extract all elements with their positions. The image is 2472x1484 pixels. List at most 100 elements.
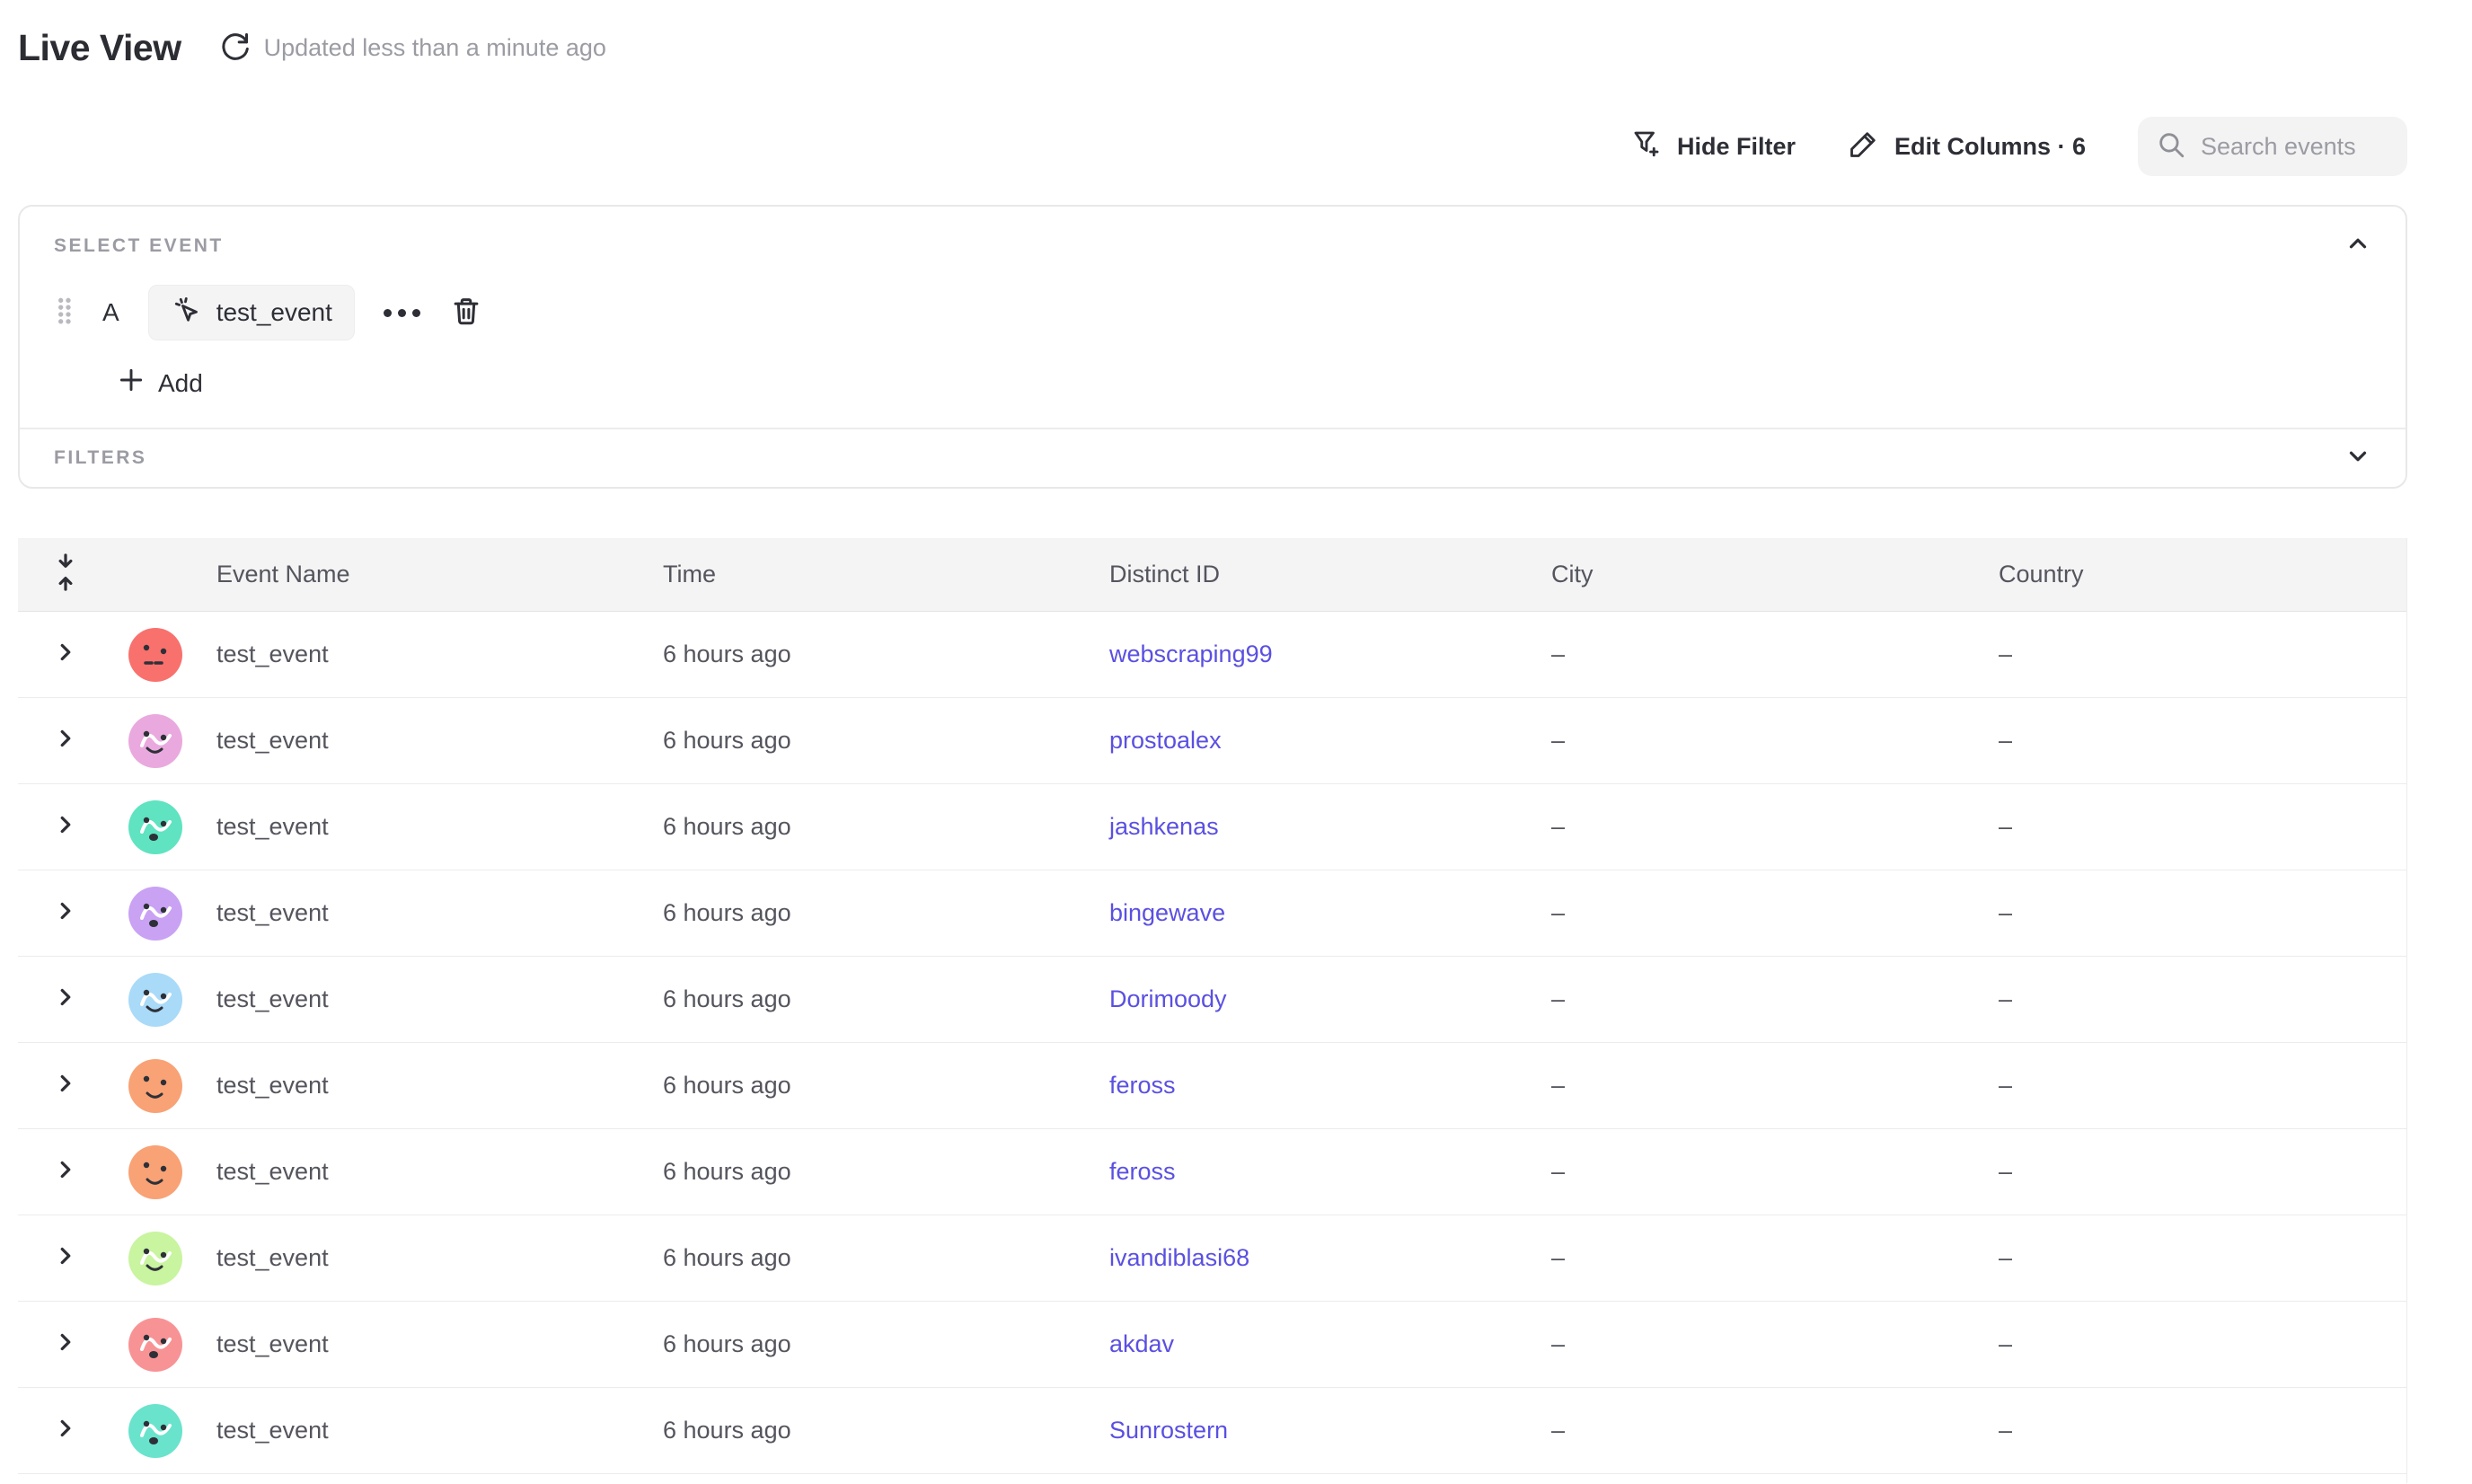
distinct-id-link[interactable]: feross — [1109, 1158, 1176, 1185]
page-title: Live View — [18, 27, 181, 69]
select-event-section: SELECT EVENT — [20, 207, 2406, 401]
table-row: test_event 6 hours ago ivandiblasi68 – – — [18, 1215, 2406, 1302]
event-row-A: A test_event — [54, 285, 2371, 340]
distinct-id-link[interactable]: Dorimoody — [1109, 985, 1227, 1012]
chevron-right-icon — [52, 984, 79, 1015]
city-cell: – — [1551, 1417, 1999, 1444]
hide-filter-button[interactable]: Hide Filter — [1630, 128, 1796, 166]
city-cell: – — [1551, 813, 1999, 841]
distinct-id-link[interactable]: Sunrostern — [1109, 1417, 1228, 1444]
edit-columns-button[interactable]: Edit Columns · 6 — [1848, 128, 2086, 166]
trash-icon — [449, 294, 483, 332]
collapse-vertical-icon — [52, 552, 79, 596]
event-name-cell: test_event — [198, 1417, 663, 1444]
time-cell: 6 hours ago — [663, 899, 1109, 927]
time-cell: 6 hours ago — [663, 813, 1109, 841]
distinct-id-link[interactable]: bingewave — [1109, 899, 1225, 926]
distinct-id-link[interactable]: prostoalex — [1109, 727, 1222, 754]
refresh-button[interactable] — [216, 28, 255, 67]
distinct-id-link[interactable]: akdav — [1109, 1330, 1174, 1357]
col-header-city[interactable]: City — [1551, 561, 1999, 588]
title-row: Live View Updated less than a minute ago — [18, 20, 2407, 75]
expand-row-button[interactable] — [52, 725, 79, 756]
table-row: test_event 6 hours ago prostoalex – – — [18, 698, 2406, 784]
search-input[interactable] — [2201, 133, 2389, 161]
live-view-page: Live View Updated less than a minute ago… — [0, 0, 2472, 1483]
user-avatar[interactable] — [128, 1232, 182, 1285]
time-cell: 6 hours ago — [663, 1072, 1109, 1100]
expand-row-button[interactable] — [52, 897, 79, 929]
event-name-cell: test_event — [198, 640, 663, 668]
col-header-distinct-id[interactable]: Distinct ID — [1109, 561, 1551, 588]
expand-row-button[interactable] — [52, 1415, 79, 1446]
table-header: Event Name Time Distinct ID City Country — [18, 538, 2406, 612]
ellipsis-icon — [384, 309, 392, 317]
drag-handle[interactable] — [54, 293, 74, 333]
partial-row — [18, 1474, 2406, 1483]
expand-row-button[interactable] — [52, 984, 79, 1015]
chevron-right-icon — [52, 725, 79, 756]
events-table: Event Name Time Distinct ID City Country… — [18, 538, 2407, 1483]
collapse-rows-button[interactable] — [52, 552, 79, 596]
expand-row-button[interactable] — [52, 811, 79, 843]
time-cell: 6 hours ago — [663, 1417, 1109, 1444]
user-avatar[interactable] — [128, 800, 182, 854]
select-event-label: SELECT EVENT — [54, 235, 224, 257]
cursor-click-icon — [171, 294, 203, 332]
collapse-section-button[interactable] — [2344, 230, 2371, 261]
city-cell: – — [1551, 1158, 1999, 1186]
chevron-right-icon — [52, 1242, 79, 1274]
expand-filters-button[interactable] — [2344, 443, 2371, 474]
user-avatar[interactable] — [128, 1404, 182, 1458]
user-avatar[interactable] — [128, 973, 182, 1027]
event-name-cell: test_event — [198, 727, 663, 755]
event-more-button[interactable] — [378, 309, 426, 317]
chevron-right-icon — [52, 811, 79, 843]
event-chip-label: test_event — [216, 298, 332, 327]
drag-dots-icon — [54, 293, 74, 333]
search-box[interactable] — [2138, 117, 2407, 176]
table-row: test_event 6 hours ago webscraping99 – – — [18, 612, 2406, 698]
city-cell: – — [1551, 1330, 1999, 1358]
event-chip[interactable]: test_event — [148, 285, 355, 340]
user-avatar[interactable] — [128, 628, 182, 682]
col-header-country[interactable]: Country — [1999, 561, 2406, 588]
user-avatar[interactable] — [128, 714, 182, 768]
time-cell: 6 hours ago — [663, 1330, 1109, 1358]
expand-row-button[interactable] — [52, 639, 79, 670]
country-cell: – — [1999, 1158, 2406, 1186]
country-cell: – — [1999, 640, 2406, 668]
user-avatar[interactable] — [128, 1145, 182, 1199]
col-header-time[interactable]: Time — [663, 561, 1109, 588]
expand-row-button[interactable] — [52, 1156, 79, 1188]
user-avatar[interactable] — [128, 1059, 182, 1113]
user-avatar[interactable] — [128, 887, 182, 941]
distinct-id-link[interactable]: webscraping99 — [1109, 640, 1273, 667]
event-name-cell: test_event — [198, 1330, 663, 1358]
query-builder-card: SELECT EVENT — [18, 205, 2407, 489]
expand-row-button[interactable] — [52, 1070, 79, 1101]
time-cell: 6 hours ago — [663, 1158, 1109, 1186]
table-body: test_event 6 hours ago webscraping99 – –… — [18, 612, 2406, 1474]
event-name-cell: test_event — [198, 899, 663, 927]
distinct-id-link[interactable]: jashkenas — [1109, 813, 1219, 840]
table-row: test_event 6 hours ago Sunrostern – – — [18, 1388, 2406, 1474]
add-event-button[interactable]: Add — [117, 366, 2371, 401]
distinct-id-link[interactable]: ivandiblasi68 — [1109, 1244, 1249, 1271]
event-name-cell: test_event — [198, 1244, 663, 1272]
event-name-cell: test_event — [198, 1158, 663, 1186]
col-header-event-name[interactable]: Event Name — [198, 561, 663, 588]
table-row: test_event 6 hours ago feross – – — [18, 1129, 2406, 1215]
delete-event-button[interactable] — [449, 294, 483, 332]
expand-row-button[interactable] — [52, 1329, 79, 1360]
chevron-down-icon — [2344, 443, 2371, 474]
country-cell: – — [1999, 1330, 2406, 1358]
filter-plus-icon — [1630, 128, 1663, 166]
country-cell: – — [1999, 813, 2406, 841]
distinct-id-link[interactable]: feross — [1109, 1072, 1176, 1099]
chevron-right-icon — [52, 1070, 79, 1101]
chevron-right-icon — [52, 1329, 79, 1360]
pencil-icon — [1848, 128, 1880, 166]
expand-row-button[interactable] — [52, 1242, 79, 1274]
user-avatar[interactable] — [128, 1318, 182, 1372]
